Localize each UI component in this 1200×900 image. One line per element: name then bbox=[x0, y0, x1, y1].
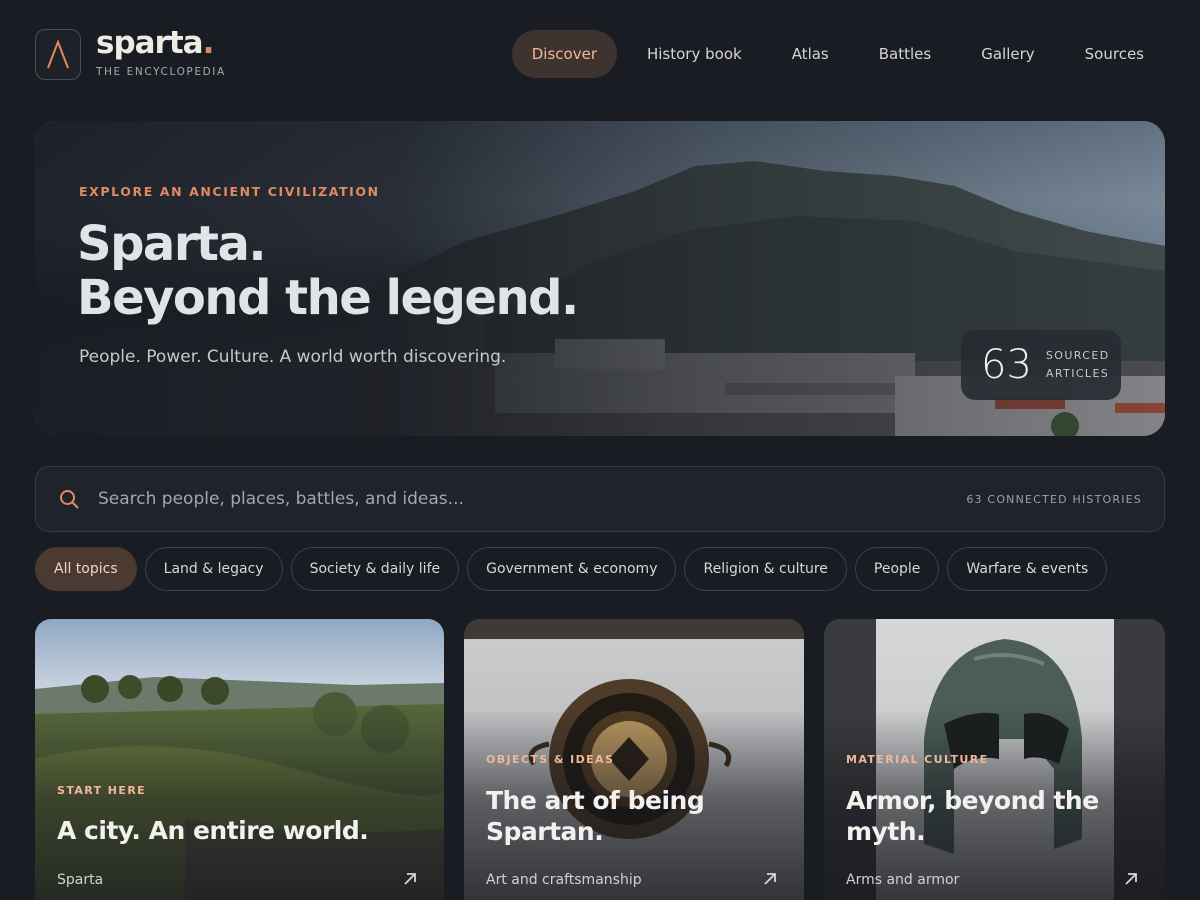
topic-filters: All topics Land & legacy Society & daily… bbox=[35, 547, 1115, 591]
logo[interactable] bbox=[35, 29, 81, 80]
card-start-here[interactable]: START HERE A city. An entire world. Spar… bbox=[35, 619, 444, 900]
articles-stat: 63 SOURCED ARTICLES bbox=[961, 330, 1121, 400]
nav-gallery[interactable]: Gallery bbox=[961, 30, 1054, 78]
card-title: The art of being Spartan. bbox=[486, 786, 705, 846]
card-tag: Art and craftsmanship bbox=[486, 872, 642, 888]
hero-subtitle: People. Power. Culture. A world worth di… bbox=[79, 347, 507, 367]
chip-warfare-events[interactable]: Warfare & events bbox=[947, 547, 1108, 591]
card-title: A city. An entire world. bbox=[57, 816, 369, 845]
arrow-up-right-icon[interactable] bbox=[402, 871, 418, 887]
nav-history-book[interactable]: History book bbox=[627, 30, 762, 78]
chip-all-topics[interactable]: All topics bbox=[35, 547, 137, 591]
card-eyebrow: START HERE bbox=[57, 784, 147, 797]
card-title: Armor, beyond the myth. bbox=[846, 786, 1099, 846]
arrow-up-right-icon[interactable] bbox=[762, 871, 778, 887]
card-tag: Arms and armor bbox=[846, 872, 960, 888]
nav-discover[interactable]: Discover bbox=[511, 30, 617, 78]
articles-count: 63 bbox=[981, 342, 1032, 388]
main-nav: Discover History book Atlas Battles Gall… bbox=[511, 30, 1164, 78]
chip-religion-culture[interactable]: Religion & culture bbox=[684, 547, 847, 591]
articles-label: SOURCED ARTICLES bbox=[1045, 349, 1110, 380]
card-tag: Sparta bbox=[57, 872, 104, 888]
nav-battles[interactable]: Battles bbox=[859, 30, 951, 78]
connected-histories-count: 63 CONNECTED HISTORIES bbox=[966, 492, 1142, 506]
lambda-icon bbox=[47, 39, 69, 68]
hero-eyebrow: EXPLORE AN ANCIENT CIVILIZATION bbox=[79, 184, 380, 199]
search-bar: 63 CONNECTED HISTORIES bbox=[35, 466, 1165, 532]
card-eyebrow: OBJECTS & IDEAS bbox=[486, 753, 615, 766]
nav-sources[interactable]: Sources bbox=[1065, 30, 1164, 78]
chip-society-daily-life[interactable]: Society & daily life bbox=[290, 547, 460, 591]
chip-land-legacy[interactable]: Land & legacy bbox=[144, 547, 283, 591]
card-objects-ideas[interactable]: OBJECTS & IDEAS The art of being Spartan… bbox=[464, 619, 804, 900]
brand-name: sparta. bbox=[96, 25, 214, 61]
hero-title: Sparta. Beyond the legend. bbox=[77, 216, 579, 326]
brand[interactable]: sparta. THE ENCYCLOPEDIA bbox=[96, 26, 226, 78]
nav-atlas[interactable]: Atlas bbox=[772, 30, 849, 78]
brand-subtitle: THE ENCYCLOPEDIA bbox=[96, 66, 226, 78]
search-input[interactable] bbox=[98, 489, 967, 509]
chip-people[interactable]: People bbox=[854, 547, 940, 591]
arrow-up-right-icon[interactable] bbox=[1123, 871, 1139, 887]
chip-government-economy[interactable]: Government & economy bbox=[467, 547, 677, 591]
card-material-culture[interactable]: MATERIAL CULTURE Armor, beyond the myth.… bbox=[824, 619, 1165, 900]
card-eyebrow: MATERIAL CULTURE bbox=[846, 753, 989, 766]
hero-banner: EXPLORE AN ANCIENT CIVILIZATION Sparta. B… bbox=[35, 121, 1165, 436]
search-icon bbox=[60, 490, 79, 509]
